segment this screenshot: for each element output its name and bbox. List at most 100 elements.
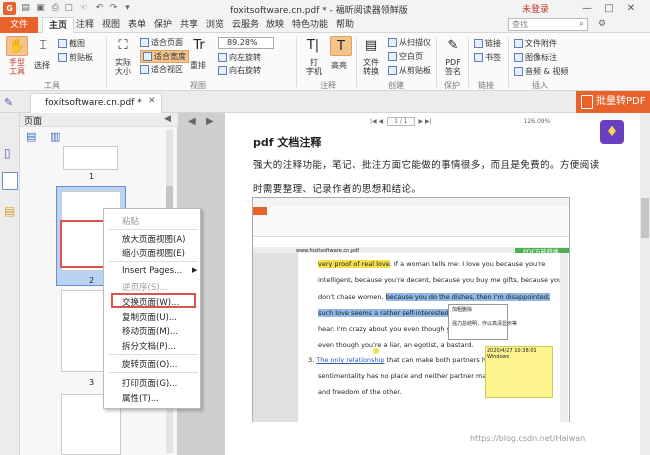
- page-scrollbar[interactable]: [640, 113, 650, 455]
- group-insert-label: 插入: [532, 81, 548, 90]
- menu-zoom-in[interactable]: 放大页面视图(A): [122, 233, 185, 245]
- inner-ribbon: [253, 207, 569, 237]
- hand-tool-icon[interactable]: ✋: [6, 36, 28, 56]
- tab-file[interactable]: 文件: [0, 17, 38, 33]
- rotate-left-button[interactable]: 向左旋转: [218, 52, 261, 63]
- page-number-2: 2: [89, 276, 95, 285]
- menu-divider: [108, 372, 198, 373]
- separator: [106, 37, 107, 87]
- menu-divider: [108, 354, 198, 355]
- search-input[interactable]: 查找: [508, 18, 588, 31]
- typewriter-label[interactable]: 打 字机: [304, 58, 324, 76]
- file-convert-icon[interactable]: ▤: [360, 36, 382, 56]
- menu-insert-pages[interactable]: Insert Pages...: [122, 266, 182, 276]
- inner-file-tab: [253, 207, 267, 215]
- inner-popup-text: 强力总结明，作以高清显示等: [452, 321, 518, 327]
- hand-tool-label[interactable]: 手型 工具: [6, 58, 28, 76]
- separator: [356, 37, 357, 87]
- select-icon[interactable]: ⌶: [32, 36, 54, 56]
- page-delete-icon[interactable]: ▥: [50, 130, 60, 143]
- comment-panel-icon[interactable]: ▤: [4, 204, 15, 218]
- tab-features[interactable]: 特色功能: [286, 17, 334, 33]
- page-scrollbar-thumb[interactable]: [641, 198, 649, 238]
- reflow-icon[interactable]: Tr: [188, 36, 210, 56]
- hand-icon[interactable]: ☜: [78, 3, 89, 14]
- undo-icon[interactable]: ↶: [94, 3, 105, 14]
- menu-properties[interactable]: 属性(T)...: [122, 392, 159, 404]
- select-label[interactable]: 选择: [34, 60, 50, 71]
- highlight-icon[interactable]: T: [330, 36, 352, 56]
- menu-move-pages[interactable]: 移动页面(M)...: [122, 325, 178, 337]
- bookmark-button[interactable]: 书签: [474, 52, 501, 63]
- reflow-label[interactable]: 重排: [190, 60, 206, 71]
- left-navigation-strip: [0, 113, 20, 455]
- from-clipboard-button[interactable]: 从剪贴板: [388, 65, 431, 76]
- actual-size-icon[interactable]: ⛶: [112, 36, 134, 56]
- tab-help[interactable]: 帮助: [330, 17, 360, 33]
- file-convert-label[interactable]: 文件 转换: [360, 58, 382, 76]
- actual-size-label[interactable]: 实际 大小: [112, 58, 134, 76]
- menu-swap-pages[interactable]: 交换页面(W)...: [122, 296, 179, 308]
- search-icon[interactable]: ⌕: [579, 19, 584, 29]
- page-thumbnail-1[interactable]: [63, 146, 118, 170]
- from-scanner-button[interactable]: 从扫描仪: [388, 37, 431, 48]
- menu-rotate-pages[interactable]: 旋转页面(O)...: [122, 358, 177, 370]
- zoom-readout: 126.09%: [523, 118, 551, 125]
- pdf-sign-icon[interactable]: ✎: [442, 36, 464, 56]
- fit-width-button[interactable]: 适合宽度: [140, 50, 189, 63]
- menu-split-document[interactable]: 拆分文档(P)...: [122, 340, 176, 352]
- inner-line-6: even though you're a liar, an egotist, a…: [318, 341, 474, 349]
- save-icon[interactable]: ▣: [35, 3, 46, 14]
- rotate-right-button[interactable]: 向右旋转: [218, 65, 261, 76]
- link-button[interactable]: 链接: [474, 38, 501, 49]
- typewriter-icon[interactable]: T|: [302, 36, 324, 56]
- pen-icon[interactable]: ✎: [4, 96, 13, 109]
- new-icon[interactable]: ▢: [63, 3, 74, 14]
- page-toolbar: |◀ ◀ 1 / 1 ▶ ▶| 126.09%: [370, 117, 600, 127]
- page-indicator[interactable]: 1 / 1: [387, 117, 415, 126]
- print-icon[interactable]: ⎙: [50, 3, 61, 14]
- menu-print-pages[interactable]: 打印页面(G)...: [122, 377, 177, 389]
- gear-icon[interactable]: ⚙: [598, 19, 606, 29]
- close-tab-icon[interactable]: ✕: [148, 96, 156, 106]
- file-attach-button[interactable]: 文件附件: [514, 38, 557, 49]
- open-icon[interactable]: ▤: [20, 3, 31, 14]
- clipboard-button[interactable]: 剪贴板: [58, 52, 93, 63]
- maximize-button[interactable]: □: [600, 2, 618, 15]
- group-annot-label: 注释: [320, 81, 336, 90]
- page-options-icon[interactable]: ▤: [26, 130, 36, 143]
- screenshot-button[interactable]: 截图: [58, 38, 85, 49]
- fit-view-button[interactable]: 适合视区: [140, 64, 183, 75]
- scroll-left-icon[interactable]: ◀: [188, 116, 196, 127]
- inner-line-1: very proof of real love. If a woman tell…: [318, 260, 546, 268]
- bookmark-panel-icon[interactable]: ▯: [4, 146, 11, 160]
- scroll-right-icon[interactable]: ▶: [206, 116, 214, 127]
- menu-reverse-order: 逆页序(S)...: [122, 283, 168, 293]
- audio-video-button[interactable]: 音频 & 视频: [514, 66, 568, 77]
- context-menu: 粘贴 放大页面视图(A) 缩小页面视图(E) Insert Pages... ▶…: [103, 208, 201, 409]
- next-page-icon[interactable]: ▶ ▶|: [419, 118, 432, 125]
- menu-zoom-out[interactable]: 缩小页面视图(E): [122, 247, 185, 259]
- separator: [296, 37, 297, 87]
- highlight-label[interactable]: 高亮: [331, 60, 347, 71]
- menu-copy-pages[interactable]: 复制页面(U)...: [122, 311, 177, 323]
- menu-divider: [108, 261, 198, 262]
- panel-collapse-icon[interactable]: ◀: [164, 114, 171, 124]
- customize-icon[interactable]: ▾: [122, 3, 133, 14]
- login-link[interactable]: 未登录: [522, 2, 549, 15]
- lightbulb-icon[interactable]: ♦: [600, 120, 624, 144]
- pages-panel-icon[interactable]: [2, 172, 18, 190]
- pdf-sign-label[interactable]: PDF 签名: [442, 58, 464, 76]
- menu-divider: [108, 229, 198, 230]
- minimize-button[interactable]: —: [578, 2, 596, 15]
- redo-icon[interactable]: ↷: [108, 3, 119, 14]
- close-button[interactable]: ✕: [622, 2, 640, 15]
- blank-page-button[interactable]: 空白页: [388, 51, 423, 62]
- fit-page-button[interactable]: 适合页面: [140, 37, 183, 48]
- pages-panel-header: [20, 113, 178, 127]
- first-page-icon[interactable]: |◀ ◀: [370, 118, 383, 125]
- app-logo-icon: G: [3, 2, 16, 15]
- zoom-select[interactable]: 89.28%: [218, 37, 274, 49]
- document-tab[interactable]: foxitsoftware.cn.pdf *: [30, 93, 162, 113]
- image-annot-button[interactable]: 图像标注: [514, 52, 557, 63]
